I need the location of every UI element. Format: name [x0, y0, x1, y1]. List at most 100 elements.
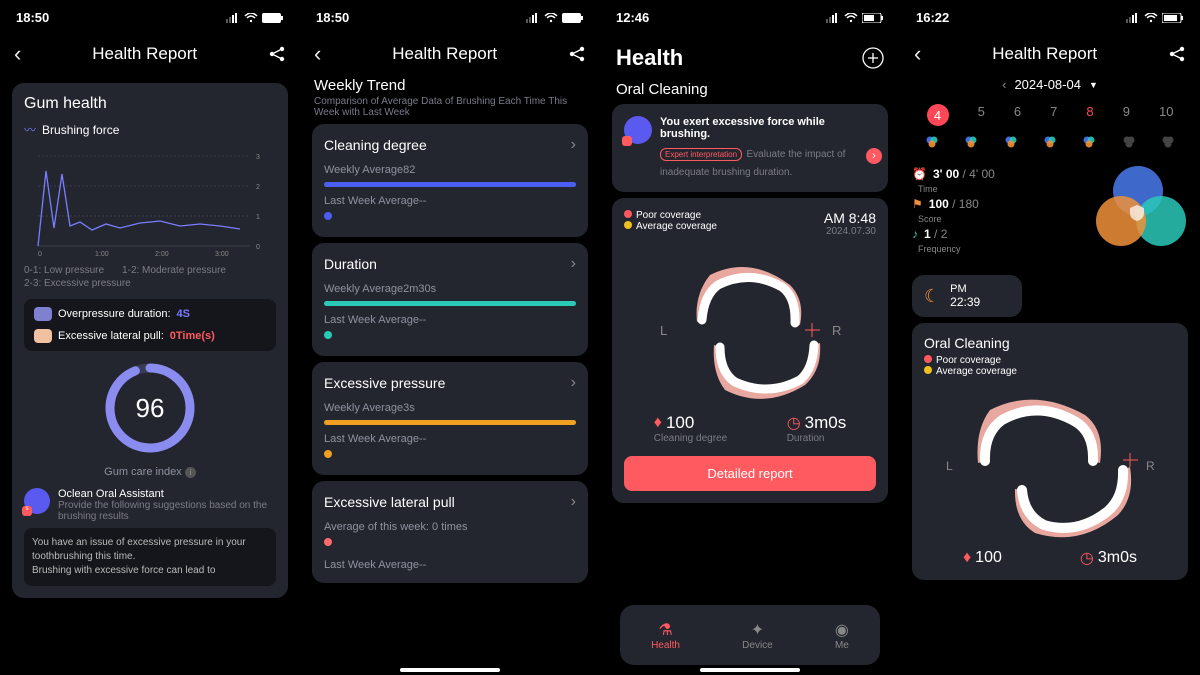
assistant-title: Oclean Oral Assistant	[58, 488, 276, 500]
share-icon[interactable]	[568, 45, 586, 63]
day-venn-icon	[963, 136, 979, 148]
metric-lateral[interactable]: Excessive lateral pull› Average of this …	[312, 481, 588, 583]
svg-text:3:00: 3:00	[215, 251, 229, 256]
svg-text:2: 2	[256, 184, 260, 191]
alarm-icon: ⏰	[912, 167, 927, 181]
page-title: Health Report	[21, 44, 268, 64]
pm-label: PM	[950, 283, 980, 295]
metric-duration[interactable]: Duration› Weekly Average2m30s Last Week …	[312, 243, 588, 356]
stat-freq-value: 1	[924, 227, 931, 241]
alert-tag: Expert interpretation	[660, 148, 742, 161]
day-9[interactable]: 9	[1123, 104, 1130, 126]
stat-time-max: / 4' 00	[963, 167, 995, 181]
day-8[interactable]: 8	[1086, 104, 1093, 126]
status-icons	[526, 13, 584, 23]
svg-text:0: 0	[38, 251, 42, 256]
share-icon[interactable]	[1168, 45, 1186, 63]
alert-card[interactable]: You exert excessive force while brushing…	[612, 104, 888, 192]
add-icon[interactable]	[862, 47, 884, 69]
gauge-icon	[34, 307, 52, 321]
score-value: 96	[103, 361, 198, 456]
section-title: Oral Cleaning	[924, 335, 1176, 351]
day-venn-icon	[1003, 136, 1019, 148]
battery-icon	[562, 13, 584, 23]
back-button[interactable]: ‹	[314, 41, 321, 67]
legend-low: 0-1: Low pressure	[24, 265, 104, 276]
signal-icon	[526, 13, 540, 23]
day-4[interactable]: 4	[927, 104, 949, 126]
metric-title: Excessive pressure	[324, 375, 445, 391]
degree-value: 100	[975, 549, 1002, 567]
duration-value: 3m0s	[805, 413, 847, 433]
last-avg: Last Week Average--	[324, 559, 576, 571]
weekly-avg: Weekly Average82	[324, 164, 576, 176]
tab-bar: ⚗Health ✦Device ◉Me	[620, 605, 880, 665]
day-5[interactable]: 5	[978, 104, 985, 126]
metric-pressure[interactable]: Excessive pressure› Weekly Average3s Las…	[312, 362, 588, 475]
legend-avg: Average coverage	[636, 221, 717, 232]
day-6[interactable]: 6	[1014, 104, 1021, 126]
time-pill[interactable]: ☾ PM22:39	[912, 275, 1022, 317]
score-label: Gum care index i	[24, 466, 276, 478]
svg-text:1: 1	[256, 214, 260, 221]
back-button[interactable]: ‹	[914, 41, 921, 67]
legend-moderate: 1-2: Moderate pressure	[122, 265, 226, 276]
page-title: Health Report	[321, 44, 568, 64]
moon-icon: ☾	[924, 286, 940, 307]
day-7[interactable]: 7	[1050, 104, 1057, 126]
weekly-avg: Weekly Average2m30s	[324, 283, 576, 295]
last-avg: Last Week Average--	[324, 314, 576, 326]
chevron-right-icon: ›	[866, 148, 882, 164]
tab-health[interactable]: ⚗Health	[651, 620, 680, 651]
battery-icon	[1162, 13, 1184, 23]
status-bar: 12:46	[600, 0, 900, 35]
prev-date-button[interactable]: ‹	[1002, 77, 1006, 92]
date-selector: 4 5 6 7 8 9 10	[900, 100, 1200, 130]
metric-cleaning[interactable]: Cleaning degree› Weekly Average82 Last W…	[312, 124, 588, 237]
date-dropdown-icon[interactable]: ▼	[1089, 80, 1098, 90]
legend-excessive: 2-3: Excessive pressure	[24, 278, 276, 289]
signal-icon	[226, 13, 240, 23]
oral-cleaning-card: Oral Cleaning Poor coverage Average cove…	[912, 323, 1188, 580]
shield-icon	[1128, 204, 1146, 222]
home-indicator[interactable]	[400, 668, 500, 672]
share-icon[interactable]	[268, 45, 286, 63]
section-title: Gum health	[24, 95, 276, 113]
teeth-diagram: L R	[650, 245, 850, 405]
legend-avg: Average coverage	[936, 366, 1017, 377]
tab-device[interactable]: ✦Device	[742, 620, 773, 651]
svg-text:2:00: 2:00	[155, 251, 169, 256]
page-title: Health	[616, 45, 683, 71]
svg-text:L: L	[660, 323, 667, 338]
degree-label: Cleaning degree	[654, 433, 727, 444]
weekly-avg: Average of this week: 0 times	[324, 521, 576, 533]
day-10[interactable]: 10	[1159, 104, 1173, 126]
home-indicator[interactable]	[700, 668, 800, 672]
legend-poor: Poor coverage	[636, 210, 701, 221]
page-title: Health Report	[921, 44, 1168, 64]
detailed-report-button[interactable]: Detailed report	[624, 456, 876, 491]
chevron-right-icon: ›	[571, 493, 576, 511]
chevron-right-icon: ›	[571, 374, 576, 392]
flame-icon: ♦	[963, 549, 971, 567]
weekly-avg: Weekly Average3s	[324, 402, 576, 414]
clock: 18:50	[316, 10, 349, 25]
lateral-label: Excessive lateral pull:	[58, 330, 164, 342]
back-button[interactable]: ‹	[14, 41, 21, 67]
lateral-value: 0Time(s)	[170, 330, 215, 342]
chevron-right-icon: ›	[571, 136, 576, 154]
day-venn-icon	[1081, 136, 1097, 148]
chart-label: Brushing force	[42, 123, 119, 137]
wifi-icon	[544, 13, 558, 23]
venn-diagram	[1088, 166, 1188, 256]
stat-score-max: / 180	[952, 197, 979, 211]
flag-icon: ⚑	[912, 197, 923, 211]
stat-freq-label: Frequency	[918, 244, 961, 254]
selected-date[interactable]: 2024-08-04	[1014, 77, 1081, 92]
tab-me[interactable]: ◉Me	[835, 620, 849, 651]
svg-text:L: L	[946, 459, 953, 473]
clock-icon: ◷	[1080, 548, 1094, 568]
stat-freq-max: / 2	[934, 227, 947, 241]
signal-icon	[1126, 13, 1140, 23]
assistant-avatar	[624, 116, 652, 144]
